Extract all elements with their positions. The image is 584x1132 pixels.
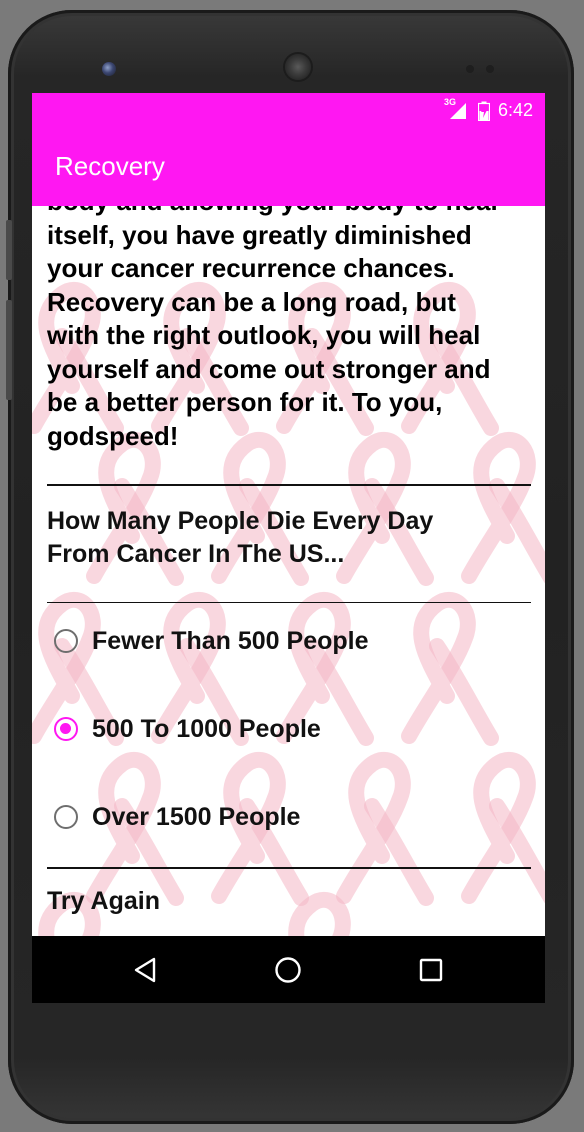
try-again-button[interactable]: Try Again [47,869,531,916]
navigation-bar [32,936,545,1003]
volume-button [6,220,12,280]
question-line: From Cancer In The US... [47,540,345,568]
question-line: How Many People Die Every Day [47,506,434,535]
paragraph-line: be a better person for it. To you, [47,387,443,417]
signal-icon: 3G [444,97,470,121]
paragraph-line: godspeed! [47,420,179,451]
light-sensor [486,65,494,73]
radio-checked-icon[interactable] [54,717,78,741]
app-title: Recovery [55,151,165,181]
scroll-content: body and allowing your body to heal itse… [32,206,545,916]
app-bar: 3G 6:42 Recovery [32,93,545,206]
option-label[interactable]: 500 To 1000 People [92,715,321,744]
paragraph-line: Recovery can be a long road, but [47,286,456,317]
paragraph-line: body and allowing your body to heal [47,206,531,219]
option-500-to-1000[interactable]: 500 To 1000 People [54,685,545,773]
proximity-sensor [466,65,474,73]
recovery-paragraph: body and allowing your body to heal itse… [47,206,531,453]
radio-unchecked-icon[interactable] [54,805,78,829]
question-text: How Many People Die Every Day From Cance… [47,505,531,572]
status-time: 6:42 [497,100,533,120]
radio-unchecked-icon[interactable] [54,629,78,653]
front-camera [102,62,116,76]
power-button [6,300,12,400]
paragraph-line: with the right outlook, you will heal [47,320,481,350]
status-bar: 3G 6:42 [32,93,545,127]
content-area[interactable]: body and allowing your body to heal itse… [32,206,545,936]
network-type-label: 3G [443,96,456,107]
battery-icon [477,101,491,121]
option-label[interactable]: Over 1500 People [92,803,300,832]
option-label[interactable]: Fewer Than 500 People [92,627,369,656]
paragraph-line: yourself and come out stronger and [47,353,491,384]
paragraph-line: your cancer recurrence chances. [47,253,455,283]
home-icon[interactable] [274,956,302,984]
paragraph-line: itself, you have greatly diminished [47,219,472,250]
back-icon[interactable] [132,956,160,984]
earpiece-speaker [285,54,311,80]
phone-screen: 3G 6:42 Recovery itself, you have greatl… [32,93,545,1003]
answer-radio-group: Fewer Than 500 People 500 To 1000 People… [32,597,545,861]
option-fewer-than-500[interactable]: Fewer Than 500 People [54,597,545,685]
recents-icon[interactable] [417,956,445,984]
option-over-1500[interactable]: Over 1500 People [54,773,545,861]
